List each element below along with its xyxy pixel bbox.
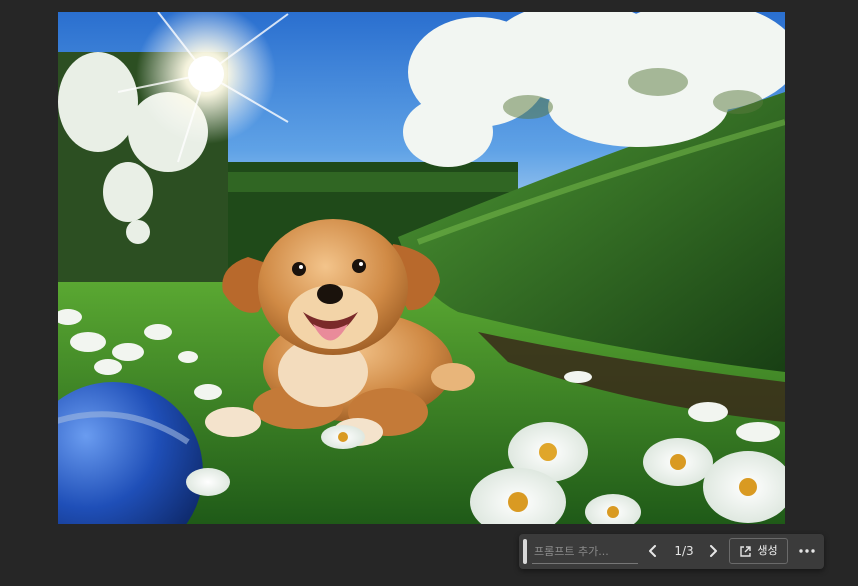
drag-handle[interactable] xyxy=(523,539,527,564)
chevron-left-icon xyxy=(649,545,656,557)
chevron-right-icon xyxy=(710,545,717,557)
page-counter: 1/3 xyxy=(674,544,694,558)
next-button[interactable] xyxy=(704,542,722,560)
viewer-canvas: 1/3 생성 xyxy=(0,0,858,586)
open-external-icon xyxy=(740,545,752,557)
puppy-garden-illustration xyxy=(58,12,785,524)
generate-label: 생성 xyxy=(757,544,778,557)
more-options-button[interactable] xyxy=(797,542,817,560)
generate-button[interactable]: 생성 xyxy=(729,538,788,564)
more-horizontal-icon xyxy=(799,549,815,553)
prompt-input[interactable] xyxy=(532,540,638,564)
previous-button[interactable] xyxy=(644,542,662,560)
prompt-toolbar: 1/3 생성 xyxy=(519,534,824,569)
generated-image[interactable] xyxy=(58,12,785,524)
